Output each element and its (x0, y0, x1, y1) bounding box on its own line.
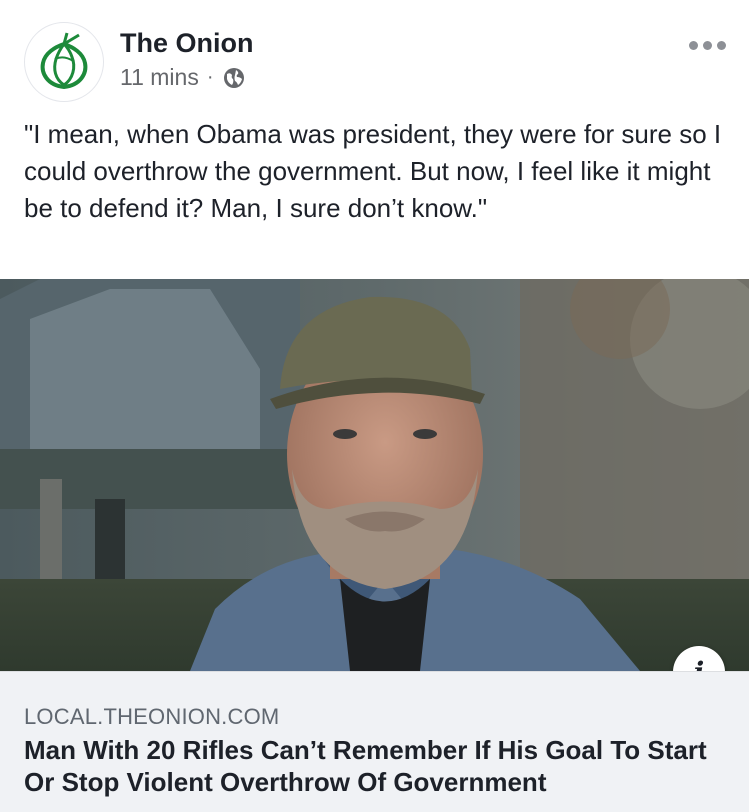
more-options-icon[interactable] (689, 38, 727, 52)
page-avatar[interactable] (24, 22, 104, 102)
onion-logo-icon (40, 32, 88, 90)
post-text: "I mean, when Obama was president, they … (24, 119, 722, 223)
link-domain: LOCAL.THEONION.COM (24, 704, 280, 729)
post-header: The Onion 11 mins · (0, 0, 749, 110)
post-timestamp[interactable]: 11 mins (120, 64, 199, 91)
article-photo (0, 279, 749, 671)
meta-separator: · (206, 66, 214, 88)
link-preview-card[interactable]: LOCAL.THEONION.COM Man With 20 Rifles Ca… (0, 671, 749, 812)
link-title[interactable]: Man With 20 Rifles Can’t Remember If His… (24, 734, 724, 798)
globe-icon (223, 67, 244, 88)
page-name[interactable]: The Onion (120, 28, 253, 59)
post-meta: 11 mins · (120, 64, 246, 91)
link-image[interactable] (0, 279, 749, 671)
